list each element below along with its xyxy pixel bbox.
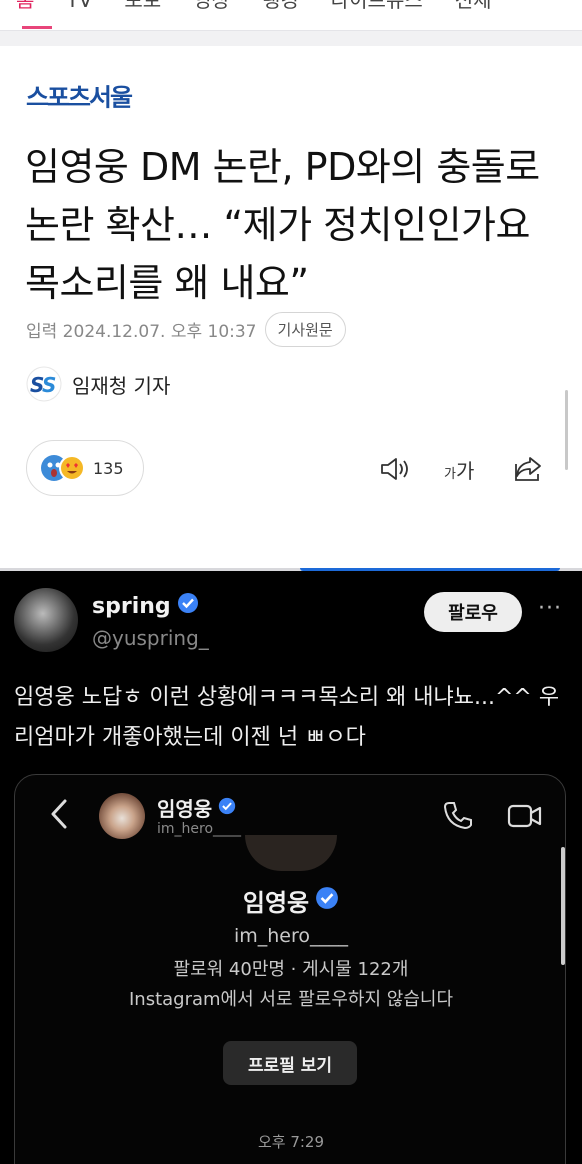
back-chevron-icon [49, 797, 69, 839]
verified-badge-icon [218, 796, 236, 820]
tweet-text: 임영웅 노답ㅎ 이런 상황에ㅋㅋㅋ목소리 왜 내냐뇨...^^ 우리엄마가 개좋… [14, 685, 560, 750]
verified-badge-icon [315, 886, 339, 916]
share-icon [515, 457, 541, 481]
embedded-screenshot: spring @yuspring_ 팔로우 ··· 임영웅 노답ㅎ 이런 상황에… [0, 568, 582, 1164]
tab-ranking[interactable]: 랭킹 [246, 0, 315, 12]
profile-avatar-edge [245, 835, 337, 871]
share-button[interactable] [512, 452, 544, 486]
more-options-icon[interactable]: ··· [538, 596, 562, 621]
scrollbar[interactable] [565, 390, 568, 470]
section-divider [0, 30, 582, 46]
svg-text:S: S [42, 373, 56, 397]
press-mini-logo-icon: S S [26, 366, 62, 402]
dm-profile-stats: 팔로워 40만명 · 게시물 122개 [173, 959, 409, 980]
tweet-author-avatar [14, 588, 78, 652]
active-tab-indicator [22, 26, 52, 29]
dm-profile-name-text: 임영웅 [242, 889, 310, 917]
tab-all[interactable]: 전체 [439, 0, 508, 12]
article-headline: 임영웅 DM 논란, PD와의 충돌로 논란 확산… “제가 정치인인가요 목소… [25, 145, 540, 305]
reporter-byline[interactable]: S S 임재청 기자 [26, 366, 170, 402]
speaker-icon [381, 458, 408, 480]
tab-photo[interactable]: 포토 [108, 0, 177, 12]
tweet-author-name: spring [92, 592, 199, 620]
tweet-author-handle: @yuspring_ [92, 626, 209, 650]
tts-button[interactable] [378, 452, 412, 486]
tab-home[interactable]: 홈 [0, 0, 50, 12]
original-article-button[interactable]: 기사원문 [264, 312, 346, 347]
dm-follow-status: Instagram에서 서로 팔로우하지 않습니다 [128, 989, 454, 1010]
tab-video[interactable]: 영상 [177, 0, 246, 12]
article-meta: 입력 2024.12.07. 오후 10:37 기사원문 [26, 312, 346, 347]
font-size-button[interactable]: 가가 [444, 452, 474, 486]
instagram-dm-screenshot: 임영웅 im_hero____ 임영웅 im_hero____ 팔로워 40만명… [14, 774, 566, 1164]
dm-avatar [99, 793, 145, 839]
dm-name-text: 임영웅 [157, 797, 213, 821]
phone-icon [441, 799, 473, 835]
dm-name: 임영웅 [157, 793, 236, 822]
follow-button[interactable]: 팔로우 [424, 592, 522, 632]
dm-handle: im_hero____ [157, 821, 242, 837]
dm-profile-name: 임영웅 [15, 883, 565, 918]
reporter-name: 임재청 기자 [72, 373, 171, 398]
dm-timestamp: 오후 7:29 [257, 1133, 325, 1151]
tab-tv[interactable]: TV [50, 0, 108, 12]
top-nav: 홈 TV 포토 영상 랭킹 라이브뉴스 전체 [0, 0, 582, 30]
dm-profile-handle: im_hero____ [233, 925, 349, 947]
verified-badge-icon [177, 592, 199, 620]
heart-eyes-emoji-icon [59, 455, 85, 481]
press-logo-text: 스포츠서울 [26, 83, 133, 112]
blue-progress-bar [300, 568, 560, 571]
press-logo[interactable]: 스포츠서울 [26, 80, 133, 112]
reaction-count: 135 [93, 458, 124, 478]
font-size-label: 가가 [444, 458, 475, 483]
tab-live-news[interactable]: 라이브뉴스 [315, 0, 439, 12]
video-call-icon [507, 801, 543, 835]
publish-date: 입력 2024.12.07. 오후 10:37 [26, 322, 257, 342]
reaction-button[interactable]: 135 [26, 440, 144, 496]
tweet-display-name: spring [92, 593, 171, 619]
view-profile-button: 프로필 보기 [223, 1041, 357, 1085]
